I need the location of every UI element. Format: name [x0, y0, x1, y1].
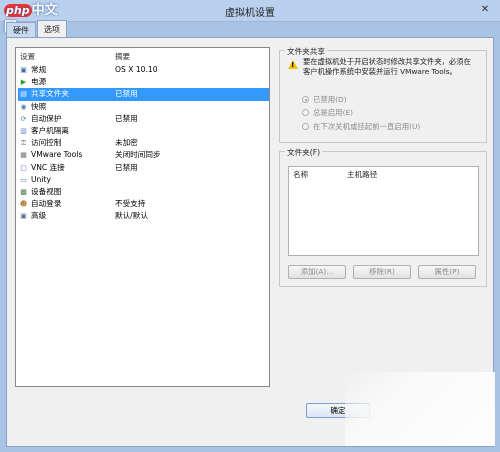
settings-row-name: 高级	[31, 211, 47, 221]
folders-group: 文件夹(F) 名称 主机路径 添加(A)... 移除(R) 属性(P)	[279, 147, 487, 287]
settings-row[interactable]: ◉ 快照	[18, 101, 269, 113]
settings-row[interactable]: ▣ 常规 OS X 10.10	[18, 64, 269, 76]
radio-label-disabled: 已禁用(D)	[313, 95, 347, 104]
settings-row[interactable]: ▥ 客户机隔离	[18, 125, 269, 137]
close-icon[interactable]: ✕	[476, 2, 494, 18]
settings-row-name: 自动保护	[31, 113, 62, 123]
remove-folder-button[interactable]: 移除(R)	[353, 265, 411, 279]
settings-list-header: 设置 摘要	[16, 48, 269, 62]
settings-row-name: Unity	[31, 174, 51, 184]
settings-row-name: 访问控制	[31, 138, 62, 148]
power-icon: ▶	[20, 78, 27, 87]
warning-text: 要在虚拟机处于开启状态时修改共享文件夹，必须在客户机操作系统中安装并运行 VMw…	[303, 57, 471, 76]
settings-row-summary: 已禁用	[115, 162, 138, 172]
settings-row[interactable]: ▶ 电源	[18, 76, 269, 88]
vmware-tools-icon: ▦	[20, 151, 27, 160]
settings-row-name: 电源	[31, 77, 47, 87]
warning-icon: !	[288, 60, 298, 69]
autoprotect-icon: ⟳	[20, 114, 27, 123]
settings-row[interactable]: ⟳ 自动保护 已禁用	[18, 113, 269, 125]
title-bar: php中文网 虚拟机设置 ✕	[0, 0, 500, 35]
access-control-icon: ⚿	[20, 139, 27, 148]
device-view-icon: ▩	[20, 187, 27, 196]
col-name: 名称	[293, 170, 309, 179]
settings-row-name: 自动登录	[31, 199, 62, 209]
settings-row-name: 共享文件夹	[31, 89, 69, 99]
autologin-icon: ☻	[19, 200, 28, 209]
radio-dot-disabled	[302, 96, 309, 103]
radio-label-always: 总是启用(E)	[313, 108, 353, 117]
settings-row-summary: 已禁用	[115, 89, 138, 99]
col-settings: 设置	[20, 52, 35, 61]
settings-row-name: 常规	[31, 65, 47, 74]
settings-row-summary: 关闭时间同步	[115, 150, 161, 160]
settings-row[interactable]: ▩ 设备视图	[18, 186, 269, 198]
general-icon: ▣	[20, 66, 27, 74]
settings-row[interactable]: ▭ Unity	[18, 174, 269, 186]
settings-row-summary: 不受支持	[115, 199, 146, 209]
radio-dot-until	[302, 123, 309, 130]
radio-dot-always	[302, 109, 309, 116]
settings-row-name: VMware Tools	[31, 150, 83, 160]
folders-title: 文件夹(F)	[285, 147, 323, 158]
settings-list: 设置 摘要 ▣ 常规 OS X 10.10 ▶ 电源 ▤ 共享文件夹 已禁用 ◉ 快照 ⟳ 自动保护已…	[15, 47, 270, 387]
settings-row-summary: OS X 10.10	[115, 65, 158, 74]
col-summary: 摘要	[115, 52, 130, 61]
settings-row-name: 客户机隔离	[31, 125, 69, 135]
settings-row-summary: 已禁用	[115, 113, 138, 123]
settings-row-name: 快照	[31, 101, 47, 111]
add-folder-button[interactable]: 添加(A)...	[288, 265, 346, 279]
watermark-overlay	[345, 372, 495, 446]
shared-folder-icon: ▤	[20, 90, 27, 99]
window-title: 虚拟机设置	[225, 8, 275, 19]
unity-icon: ▭	[20, 175, 27, 184]
settings-row[interactable]: ▦ VMware Tools 关闭时间同步	[18, 149, 269, 161]
settings-row[interactable]: ☻ 自动登录 不受支持	[18, 198, 269, 210]
isolation-icon: ▥	[20, 126, 27, 135]
settings-row-summary: 默认/默认	[115, 211, 148, 221]
settings-row[interactable]: ▤ 共享文件夹 已禁用	[18, 88, 269, 101]
folders-list[interactable]: 名称 主机路径	[288, 166, 479, 256]
vnc-icon: ▢	[20, 163, 27, 172]
settings-row-summary: 未加密	[115, 138, 138, 148]
tab-bar: 硬件 选项	[6, 20, 68, 38]
settings-row-name: VNC 连接	[31, 162, 65, 172]
properties-button[interactable]: 属性(P)	[418, 265, 476, 279]
settings-rows: ▣ 常规 OS X 10.10 ▶ 电源 ▤ 共享文件夹 已禁用 ◉ 快照 ⟳ 自动保护 已禁用 ▥ 客户机…	[18, 64, 269, 222]
settings-row-name: 设备视图	[31, 186, 62, 196]
advanced-icon: ▣	[20, 212, 27, 221]
folder-sharing-title: 文件夹共享	[285, 46, 327, 57]
settings-row[interactable]: ▣ 高级 默认/默认	[18, 210, 269, 222]
snapshot-icon: ◉	[20, 102, 27, 111]
settings-row[interactable]: ▢ VNC 连接 已禁用	[18, 162, 269, 174]
radio-label-until: 在下次关机或挂起前一直启用(U)	[313, 122, 421, 131]
col-host-path: 主机路径	[347, 170, 378, 179]
tab-hardware[interactable]: 硬件	[6, 22, 36, 37]
tab-options[interactable]: 选项	[37, 20, 67, 37]
folder-sharing-group: 文件夹共享 ! 要在虚拟机处于开启状态时修改共享文件夹，必须在客户机操作系统中安…	[279, 46, 487, 143]
settings-row[interactable]: ⚿ 访问控制 未加密	[18, 137, 269, 149]
